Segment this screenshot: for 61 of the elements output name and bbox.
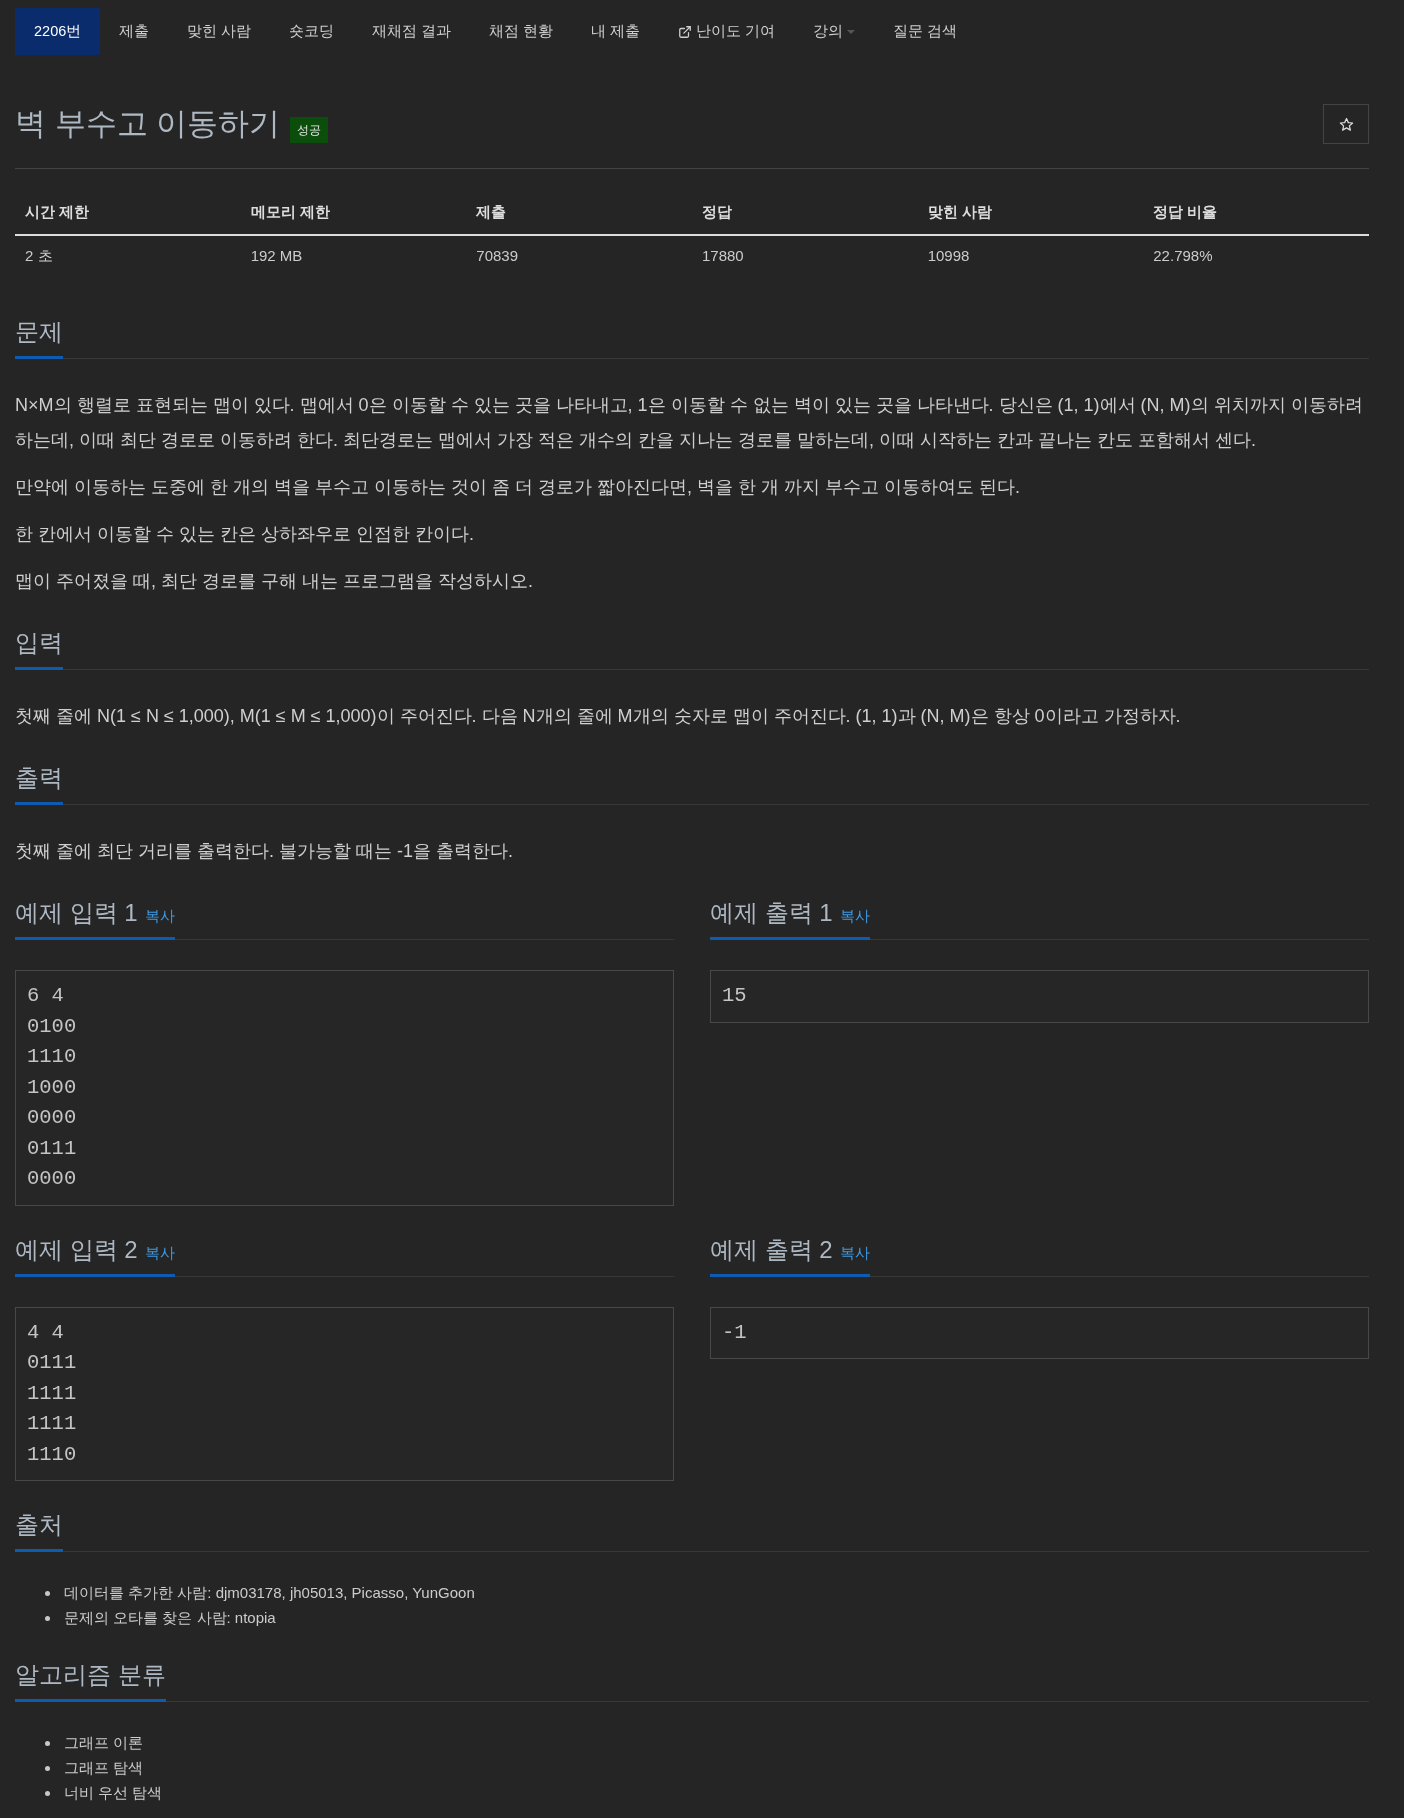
external-link-icon <box>678 24 693 39</box>
bullet-icon <box>45 1791 50 1796</box>
table-cell: 2 초 <box>15 235 241 276</box>
nav-tab[interactable]: 제출 <box>100 8 169 55</box>
section-heading: 문제 <box>15 317 63 347</box>
section-heading: 출력 <box>15 763 63 793</box>
table-header-cell: 정답 비율 <box>1143 190 1369 235</box>
section-heading: 예제 출력 1 <box>710 898 833 928</box>
section-heading: 예제 입력 2 <box>15 1234 138 1265</box>
problem-text: 첫째 줄에 최단 거리를 출력한다. 불가능할 때는 -1을 출력한다. <box>15 840 514 863</box>
table-cell: 10998 <box>917 235 1144 276</box>
bullet-icon <box>45 1616 50 1621</box>
problem-text: 첫째 줄에 N(1 ≤ N ≤ 1,000), M(1 ≤ M ≤ 1,000)이 주어진다. 다음 N개의 줄에 M개의 숫자로 맵이 주어진다. (1, 1)과 (N, M)은 항상 0이라고 가정하자. <box>15 705 1182 728</box>
star-button[interactable] <box>1323 104 1369 144</box>
list-item-text: 너비 우선 탐색 <box>64 1784 163 1803</box>
table-header-cell: 메모리 제한 <box>240 190 467 235</box>
table-cell: 70839 <box>466 235 692 276</box>
status-badge: 성공 <box>290 117 329 143</box>
problem-text: N×M의 행렬로 표현되는 맵이 있다. 맵에서 0은 이동할 수 있는 곳을 나타내고, 1은 이동할 수 없는 벽이 있는 곳을 나타낸다. 당신은 (1, 1)에서 (N, M)의 위치까지 이동하려 하는데, 이때 최단 경로로 이동하려 한다. 최단경로는 맵에서 가장 적은 개수의 칸을 지나는 경로를 말하는데, 이때 시작하는 칸과 끝나는 칸도 포함해서 센다. <box>15 394 1364 452</box>
sample-output-code: -1 <box>710 1306 1369 1359</box>
section-heading: 예제 출력 2 <box>710 1234 833 1265</box>
table-cell: 22.798% <box>1143 235 1369 276</box>
table-header-cell: 맞힌 사람 <box>917 190 1144 235</box>
copy-link[interactable]: 복사 <box>839 907 870 926</box>
nav-tab[interactable]: 난이도 기여 <box>659 8 795 55</box>
section-heading: 알고리즘 분류 <box>15 1660 166 1690</box>
problem-text: 한 칸에서 이동할 수 있는 칸은 상하좌우로 인접한 칸이다. <box>15 523 475 546</box>
sample-input-code: 4 4 0111 1111 1111 1110 <box>15 1306 674 1481</box>
nav-tab[interactable]: 맞힌 사람 <box>168 8 271 55</box>
copy-link[interactable]: 복사 <box>839 1243 870 1263</box>
nav-tab[interactable]: 강의 <box>794 8 875 55</box>
nav-tab[interactable]: 재채점 결과 <box>353 8 471 55</box>
table-cell: 192 MB <box>240 235 467 276</box>
table-header-cell: 정답 <box>691 190 918 235</box>
table-cell: 17880 <box>691 235 918 276</box>
table-header-cell: 제출 <box>466 190 692 235</box>
section-heading: 예제 입력 1 <box>15 898 138 928</box>
list-item-text: 그래프 탐색 <box>64 1759 144 1778</box>
table-header-cell: 시간 제한 <box>15 190 241 235</box>
star-icon <box>1338 116 1354 132</box>
problem-text: 맵이 주어졌을 때, 최단 경로를 구해 내는 프로그램을 작성하시오. <box>15 570 534 593</box>
list-item-text: 데이터를 추가한 사람: djm03178, jh05013, Picasso, YunGoon <box>64 1584 475 1603</box>
problem-text: 만약에 이동하는 도중에 한 개의 벽을 부수고 이동하는 것이 좀 더 경로가 짧아진다면, 벽을 한 개 까지 부수고 이동하여도 된다. <box>15 476 1022 499</box>
sample-input-code: 6 4 0100 1110 1000 0000 0111 0000 <box>15 970 674 1206</box>
caret-icon <box>847 29 856 34</box>
nav-tab[interactable]: 숏코딩 <box>270 8 354 55</box>
sample-output-code: 15 <box>710 970 1369 1023</box>
copy-link[interactable]: 복사 <box>144 1243 175 1263</box>
bullet-icon <box>45 1741 50 1746</box>
nav-tab[interactable]: 2206번 <box>15 8 101 55</box>
nav-tab[interactable]: 질문 검색 <box>874 8 977 55</box>
nav-tab[interactable]: 채점 현황 <box>470 8 573 55</box>
list-item-text: 그래프 이론 <box>64 1734 144 1753</box>
problem-title: 벽 부수고 이동하기 <box>15 105 281 143</box>
bullet-icon <box>45 1591 50 1596</box>
copy-link[interactable]: 복사 <box>144 907 175 926</box>
list-item-text: 문제의 오타를 찾은 사람: ntopia <box>64 1609 276 1628</box>
nav-tab[interactable]: 내 제출 <box>572 8 660 55</box>
section-heading: 출처 <box>15 1510 63 1540</box>
bullet-icon <box>45 1766 50 1771</box>
section-heading: 입력 <box>15 628 63 658</box>
